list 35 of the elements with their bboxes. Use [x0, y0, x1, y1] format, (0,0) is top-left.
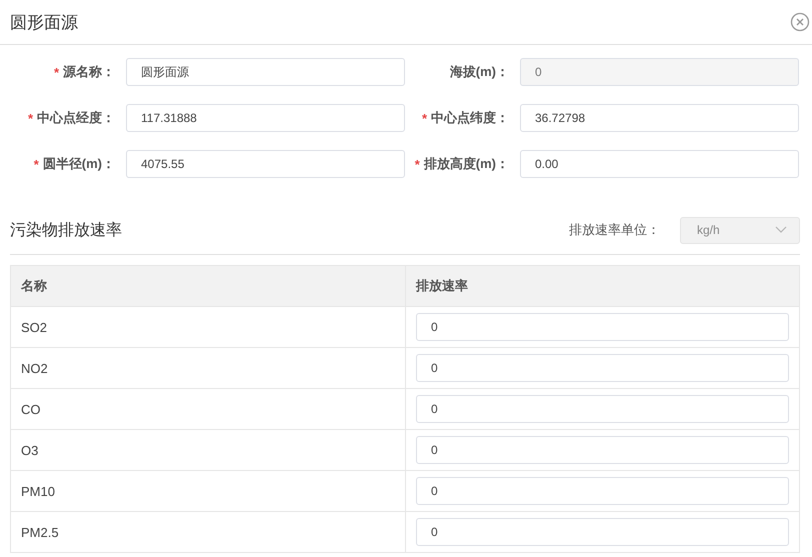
rate-input[interactable]: 0: [416, 354, 789, 382]
column-header: 名称: [11, 266, 406, 306]
field-label: 源名称：: [63, 63, 115, 81]
rate-input[interactable]: 0: [416, 477, 789, 505]
required-mark: *: [28, 110, 33, 126]
input-field[interactable]: 圆形面源: [126, 58, 405, 86]
table-cell: O3: [21, 442, 38, 458]
required-mark: *: [34, 156, 39, 172]
column-header: 排放速率: [414, 277, 469, 295]
field-label: 中心点经度：: [37, 109, 115, 127]
input-field[interactable]: 117.31888: [126, 104, 405, 132]
close-icon[interactable]: [790, 12, 810, 32]
rate-input[interactable]: 0: [416, 436, 789, 464]
field-label: 中心点纬度：: [431, 109, 509, 127]
input-field[interactable]: 0.00: [520, 150, 799, 178]
table-cell: SO2: [21, 320, 48, 334]
dialog-title: 圆形面源: [10, 12, 78, 34]
required-mark: *: [414, 156, 420, 172]
chevron-down-icon: [775, 226, 787, 234]
rate-input[interactable]: 0: [416, 395, 789, 423]
required-mark: *: [422, 110, 427, 126]
rate-input[interactable]: 0: [416, 518, 789, 546]
input-field[interactable]: 36.72798: [520, 104, 799, 132]
rate-input[interactable]: 0: [416, 313, 789, 341]
field-label: 海拔(m)：: [450, 63, 509, 81]
table-cell: NO2: [21, 360, 48, 376]
table-cell: CO: [21, 402, 40, 416]
field-label: 圆半径(m)：: [42, 155, 115, 173]
unit-label: 排放速率单位：: [569, 221, 660, 239]
input-field[interactable]: 4075.55: [126, 150, 405, 178]
table-cell: PM10: [21, 484, 55, 498]
required-mark: *: [54, 64, 59, 80]
section-title: 污染物排放速率: [10, 220, 122, 240]
table-cell: PM2.5: [21, 524, 59, 540]
field-label: 排放高度(m)：: [424, 155, 509, 173]
